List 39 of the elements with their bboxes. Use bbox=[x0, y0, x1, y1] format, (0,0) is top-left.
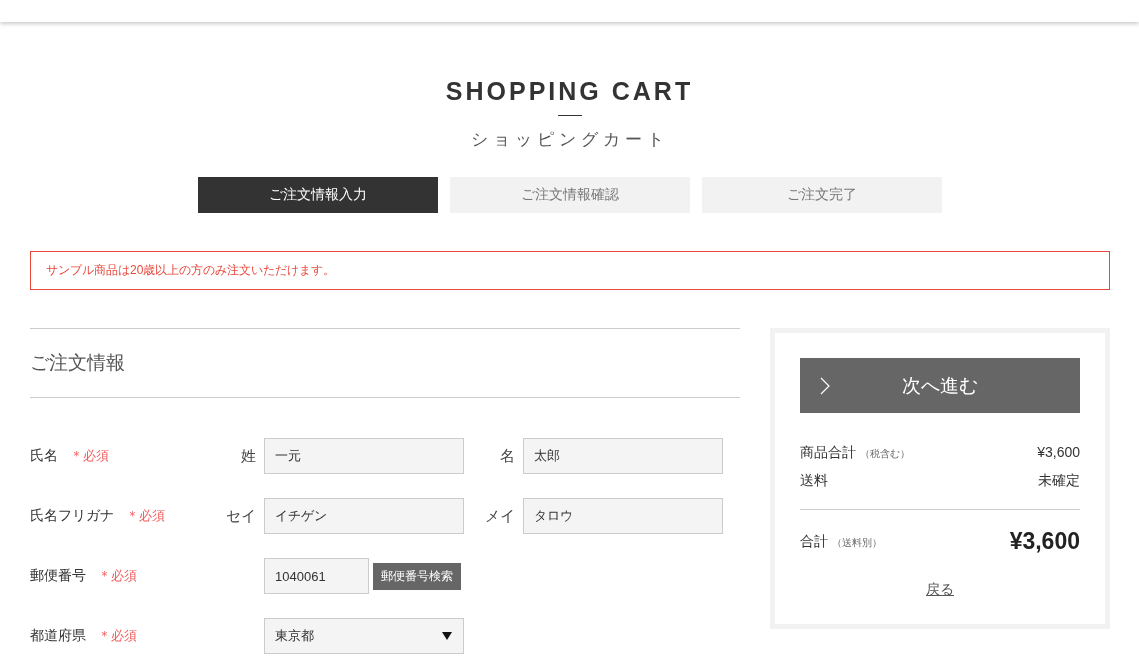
back-link[interactable]: 戻る bbox=[926, 581, 954, 597]
page-subtitle: ショッピングカート bbox=[470, 129, 669, 151]
summary-value: 未確定 bbox=[1038, 471, 1080, 490]
title-underline bbox=[557, 115, 582, 116]
required-mark: ＊必須 bbox=[70, 447, 109, 465]
required-mark: ＊必須 bbox=[126, 507, 165, 525]
total-note: （送料別） bbox=[832, 536, 882, 548]
field-label: 郵便番号 bbox=[30, 567, 86, 585]
field-label: 姓 bbox=[240, 446, 257, 466]
page-title: SHOPPING CART bbox=[445, 76, 694, 106]
summary-note: （税含む） bbox=[860, 448, 910, 459]
field-label: 氏名フリガナ bbox=[30, 507, 114, 525]
total-value: ¥3,600 bbox=[1009, 528, 1080, 555]
total-label: 合計 bbox=[800, 532, 828, 549]
input-field[interactable]: 太郎 bbox=[523, 438, 723, 474]
section-title: ご注文情報 bbox=[30, 328, 740, 398]
field-label: 氏名 bbox=[30, 447, 58, 465]
required-mark: ＊必須 bbox=[98, 567, 137, 585]
field-label: 名 bbox=[499, 446, 516, 466]
field-label: 都道府県 bbox=[30, 627, 86, 645]
summary-value: ¥3,600 bbox=[1037, 443, 1080, 462]
summary-label: 送料 bbox=[800, 472, 828, 488]
checkout-step: ご注文情報確認 bbox=[449, 177, 690, 213]
prefecture-dropdown[interactable]: 東京都 bbox=[264, 618, 464, 654]
input-field[interactable]: タロウ bbox=[523, 498, 723, 534]
chevron-right-icon bbox=[820, 377, 830, 395]
required-mark: ＊必須 bbox=[98, 627, 137, 645]
next-button[interactable]: 次へ進む bbox=[800, 358, 1080, 413]
dropdown-caret-icon bbox=[441, 631, 453, 641]
field-label: セイ bbox=[225, 506, 257, 526]
postal-search-button[interactable]: 郵便番号検索 bbox=[373, 562, 461, 590]
checkout-step: ご注文情報入力 bbox=[197, 177, 438, 213]
input-field[interactable]: 一元 bbox=[264, 438, 464, 474]
input-field[interactable]: イチゲン bbox=[264, 498, 464, 534]
notice-message: サンプル商品は20歳以上の方のみ注文いただけます。 bbox=[30, 251, 1110, 290]
postal-code-field[interactable]: 1040061 bbox=[264, 558, 369, 594]
checkout-step: ご注文完了 bbox=[701, 177, 942, 213]
field-label: メイ bbox=[484, 506, 516, 526]
summary-label: 商品合計 bbox=[800, 444, 856, 460]
